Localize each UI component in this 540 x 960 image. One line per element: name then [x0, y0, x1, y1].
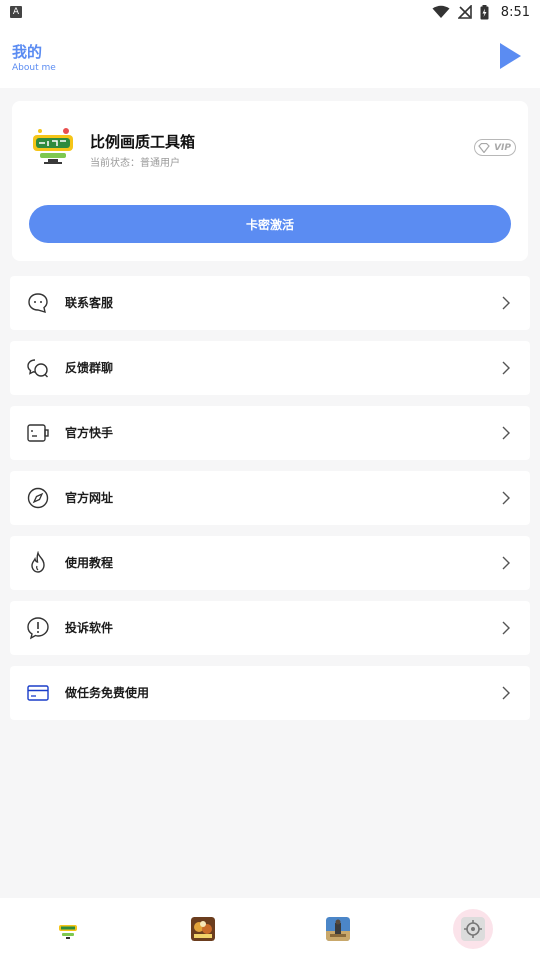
menu-label: 投诉软件 [65, 621, 114, 635]
chevron-right-icon [502, 426, 510, 440]
activate-button[interactable]: 卡密激活 [29, 205, 511, 243]
status-value: 普通用户 [140, 158, 180, 169]
flame-icon [31, 551, 45, 573]
menu-label: 反馈群聊 [65, 361, 114, 375]
menu-label: 官方网址 [65, 491, 114, 505]
video-card-icon [27, 424, 49, 442]
chevron-right-icon [502, 556, 510, 570]
menu-item-free-tasks[interactable]: 做任务免费使用 [10, 666, 530, 720]
app-notification-icon: A [10, 6, 22, 18]
menu-item-contact-support[interactable]: 联系客服 [10, 276, 530, 330]
nav-tab-home[interactable] [0, 898, 135, 960]
chevron-right-icon [502, 686, 510, 700]
app-logo [33, 128, 73, 164]
play-icon[interactable] [498, 42, 522, 70]
menu-label: 做任务免费使用 [65, 686, 150, 700]
menu-item-tutorial[interactable]: 使用教程 [10, 536, 530, 590]
menu-item-complain[interactable]: 投诉软件 [10, 601, 530, 655]
group-chat-icon [27, 359, 48, 378]
profile-card: 比例画质工具箱 当前状态：普通用户 VIP 卡密激活 [12, 101, 528, 261]
wifi-icon [432, 5, 450, 18]
alert-icon [27, 617, 49, 640]
diamond-icon [478, 143, 490, 153]
home-thumb-icon [55, 917, 80, 941]
page-subtitle: About me [12, 63, 56, 73]
nav-tab-pubg[interactable] [270, 898, 405, 960]
credit-card-icon [27, 685, 49, 701]
chevron-right-icon [502, 296, 510, 310]
nav-tab-game[interactable] [135, 898, 270, 960]
menu-label: 使用教程 [65, 556, 114, 570]
page-title: 我的 [12, 43, 43, 61]
game-thumb-icon [190, 917, 215, 941]
settings-thumb-icon [460, 917, 485, 941]
vip-label: VIP [494, 142, 511, 153]
user-status: 当前状态：普通用户 [90, 154, 180, 169]
app-name: 比例画质工具箱 [90, 133, 196, 151]
vip-badge: VIP [474, 139, 516, 156]
bottom-nav [0, 898, 540, 960]
menu-item-feedback-group[interactable]: 反馈群聊 [10, 341, 530, 395]
menu-item-official-kuaishou[interactable]: 官方快手 [10, 406, 530, 460]
battery-charging-icon [480, 4, 489, 19]
nav-tab-settings[interactable] [405, 898, 540, 960]
signal-off-icon [457, 5, 472, 19]
status-bar: A 8:51 [0, 0, 540, 24]
active-tab-indicator [452, 909, 493, 949]
chevron-right-icon [502, 621, 510, 635]
page-header: 我的 About me [0, 24, 540, 88]
pubg-thumb-icon [325, 917, 350, 941]
status-left: A [10, 6, 22, 18]
compass-icon [27, 487, 49, 509]
status-label: 当前状态： [90, 158, 140, 169]
chat-bubble-icon [28, 293, 48, 313]
status-right: 8:51 [432, 4, 530, 20]
chevron-right-icon [502, 361, 510, 375]
menu-label: 官方快手 [65, 426, 114, 440]
menu-item-official-website[interactable]: 官方网址 [10, 471, 530, 525]
status-time: 8:51 [500, 4, 530, 20]
menu-label: 联系客服 [65, 296, 114, 310]
chevron-right-icon [502, 491, 510, 505]
